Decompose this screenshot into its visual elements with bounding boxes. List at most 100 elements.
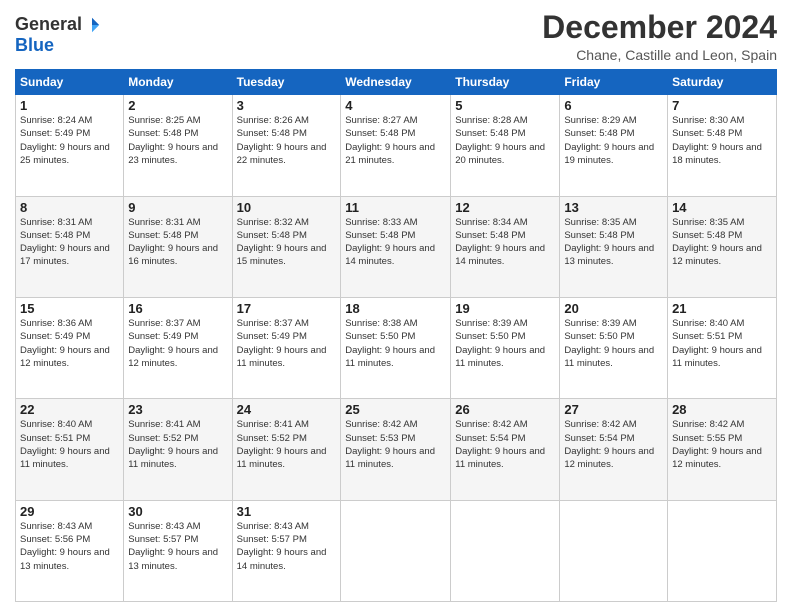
logo: General Blue — [15, 14, 101, 56]
table-row: 16Sunrise: 8:37 AMSunset: 5:49 PMDayligh… — [124, 297, 232, 398]
sunset-text: Sunset: 5:51 PM — [672, 331, 742, 342]
day-info: Sunrise: 8:40 AMSunset: 5:51 PMDaylight:… — [20, 418, 119, 471]
sunrise-text: Sunrise: 8:37 AM — [237, 318, 309, 329]
day-info: Sunrise: 8:43 AMSunset: 5:57 PMDaylight:… — [237, 520, 337, 573]
day-number: 26 — [455, 402, 555, 417]
sunset-text: Sunset: 5:53 PM — [345, 433, 415, 444]
sunrise-text: Sunrise: 8:41 AM — [237, 419, 309, 430]
day-info: Sunrise: 8:43 AMSunset: 5:56 PMDaylight:… — [20, 520, 119, 573]
table-row: 10Sunrise: 8:32 AMSunset: 5:48 PMDayligh… — [232, 196, 341, 297]
calendar-week-row: 8Sunrise: 8:31 AMSunset: 5:48 PMDaylight… — [16, 196, 777, 297]
daylight-text: Daylight: 9 hours and 23 minutes. — [128, 142, 218, 166]
sunrise-text: Sunrise: 8:38 AM — [345, 318, 417, 329]
daylight-text: Daylight: 9 hours and 12 minutes. — [20, 345, 110, 369]
sunrise-text: Sunrise: 8:42 AM — [455, 419, 527, 430]
logo-blue-text: Blue — [15, 35, 54, 56]
sunset-text: Sunset: 5:50 PM — [345, 331, 415, 342]
sunset-text: Sunset: 5:49 PM — [20, 331, 90, 342]
sunset-text: Sunset: 5:54 PM — [564, 433, 634, 444]
calendar-week-row: 15Sunrise: 8:36 AMSunset: 5:49 PMDayligh… — [16, 297, 777, 398]
title-block: December 2024 Chane, Castille and Leon, … — [542, 10, 777, 63]
day-info: Sunrise: 8:38 AM Sunset: 5:50 PM Daylight:… — [345, 317, 446, 370]
month-title: December 2024 — [542, 10, 777, 45]
daylight-text: Daylight: 9 hours and 11 minutes. — [128, 446, 218, 470]
table-row: 14Sunrise: 8:35 AMSunset: 5:48 PMDayligh… — [668, 196, 777, 297]
table-row: 23Sunrise: 8:41 AMSunset: 5:52 PMDayligh… — [124, 399, 232, 500]
table-row: 30Sunrise: 8:43 AMSunset: 5:57 PMDayligh… — [124, 500, 232, 601]
sunset-text: Sunset: 5:56 PM — [20, 534, 90, 545]
day-number: 7 — [672, 98, 772, 113]
daylight-text: Daylight: 9 hours and 15 minutes. — [237, 243, 327, 267]
header-thursday: Thursday — [451, 70, 560, 95]
day-number: 21 — [672, 301, 772, 316]
daylight-text: Daylight: 9 hours and 11 minutes. — [237, 345, 327, 369]
table-row: 1Sunrise: 8:24 AMSunset: 5:49 PMDaylight… — [16, 95, 124, 196]
calendar-week-row: 29Sunrise: 8:43 AMSunset: 5:56 PMDayligh… — [16, 500, 777, 601]
sunrise-text: Sunrise: 8:35 AM — [672, 217, 744, 228]
sunrise-text: Sunrise: 8:25 AM — [128, 115, 200, 126]
header: General Blue December 2024 Chane, Castil… — [15, 10, 777, 63]
day-info: Sunrise: 8:31 AMSunset: 5:48 PMDaylight:… — [20, 216, 119, 269]
day-info: Sunrise: 8:29 AMSunset: 5:48 PMDaylight:… — [564, 114, 663, 167]
day-info: Sunrise: 8:36 AMSunset: 5:49 PMDaylight:… — [20, 317, 119, 370]
sunrise-text: Sunrise: 8:31 AM — [20, 217, 92, 228]
day-number: 2 — [128, 98, 227, 113]
daylight-text: Daylight: 9 hours and 11 minutes. — [455, 446, 545, 470]
sunrise-text: Sunrise: 8:39 AM — [564, 318, 636, 329]
header-wednesday: Wednesday — [341, 70, 451, 95]
table-row: 13Sunrise: 8:35 AMSunset: 5:48 PMDayligh… — [560, 196, 668, 297]
day-number: 31 — [237, 504, 337, 519]
day-info: Sunrise: 8:33 AMSunset: 5:48 PMDaylight:… — [345, 216, 446, 269]
sunrise-text: Sunrise: 8:26 AM — [237, 115, 309, 126]
sunset-text: Sunset: 5:48 PM — [128, 128, 198, 139]
day-number: 24 — [237, 402, 337, 417]
table-row: 12Sunrise: 8:34 AMSunset: 5:48 PMDayligh… — [451, 196, 560, 297]
day-number: 9 — [128, 200, 227, 215]
sunrise-text: Sunrise: 8:41 AM — [128, 419, 200, 430]
table-row: 20Sunrise: 8:39 AMSunset: 5:50 PMDayligh… — [560, 297, 668, 398]
table-row: 9Sunrise: 8:31 AMSunset: 5:48 PMDaylight… — [124, 196, 232, 297]
sunrise-text: Sunrise: 8:42 AM — [564, 419, 636, 430]
day-number: 3 — [237, 98, 337, 113]
day-number: 5 — [455, 98, 555, 113]
sunrise-text: Sunrise: 8:40 AM — [672, 318, 744, 329]
day-info: Sunrise: 8:42 AMSunset: 5:54 PMDaylight:… — [564, 418, 663, 471]
sunrise-text: Sunrise: 8:28 AM — [455, 115, 527, 126]
sunrise-text: Sunrise: 8:30 AM — [672, 115, 744, 126]
day-info: Sunrise: 8:40 AMSunset: 5:51 PMDaylight:… — [672, 317, 772, 370]
sunrise-text: Sunrise: 8:37 AM — [128, 318, 200, 329]
sunset-text: Sunset: 5:48 PM — [237, 128, 307, 139]
day-info: Sunrise: 8:31 AMSunset: 5:48 PMDaylight:… — [128, 216, 227, 269]
table-row — [560, 500, 668, 601]
calendar-week-row: 22Sunrise: 8:40 AMSunset: 5:51 PMDayligh… — [16, 399, 777, 500]
table-row: 15Sunrise: 8:36 AMSunset: 5:49 PMDayligh… — [16, 297, 124, 398]
sunset-text: Sunset: 5:48 PM — [128, 230, 198, 241]
day-number: 19 — [455, 301, 555, 316]
location: Chane, Castille and Leon, Spain — [542, 47, 777, 63]
day-number: 1 — [20, 98, 119, 113]
sunset-text: Sunset: 5:57 PM — [237, 534, 307, 545]
daylight-text: Daylight: 9 hours and 14 minutes. — [237, 547, 327, 571]
sunset-text: Sunset: 5:50 PM — [455, 331, 525, 342]
day-number: 8 — [20, 200, 119, 215]
day-number: 15 — [20, 301, 119, 316]
table-row: 2 Sunrise: 8:25 AM Sunset: 5:48 PM Daylight… — [124, 95, 232, 196]
sunset-text: Sunset: 5:48 PM — [237, 230, 307, 241]
table-row: 25Sunrise: 8:42 AMSunset: 5:53 PMDayligh… — [341, 399, 451, 500]
day-number: 11 — [345, 200, 446, 215]
header-monday: Monday — [124, 70, 232, 95]
table-row: 5Sunrise: 8:28 AMSunset: 5:48 PMDaylight… — [451, 95, 560, 196]
day-number: 14 — [672, 200, 772, 215]
day-info: Sunrise: 8:42 AMSunset: 5:53 PMDaylight:… — [345, 418, 446, 471]
daylight-text: Daylight: 9 hours and 11 minutes. — [237, 446, 327, 470]
day-number: 10 — [237, 200, 337, 215]
sunset-text: Sunset: 5:48 PM — [345, 128, 415, 139]
sunset-text: Sunset: 5:51 PM — [20, 433, 90, 444]
day-info: Sunrise: 8:34 AMSunset: 5:48 PMDaylight:… — [455, 216, 555, 269]
table-row: 3 Sunrise: 8:26 AM Sunset: 5:48 PM Daylight… — [232, 95, 341, 196]
day-info: Sunrise: 8:43 AMSunset: 5:57 PMDaylight:… — [128, 520, 227, 573]
daylight-text: Daylight: 9 hours and 14 minutes. — [345, 243, 435, 267]
daylight-text: Daylight: 9 hours and 22 minutes. — [237, 142, 327, 166]
sunset-text: Sunset: 5:48 PM — [455, 128, 525, 139]
daylight-text: Daylight: 9 hours and 11 minutes. — [345, 345, 435, 369]
